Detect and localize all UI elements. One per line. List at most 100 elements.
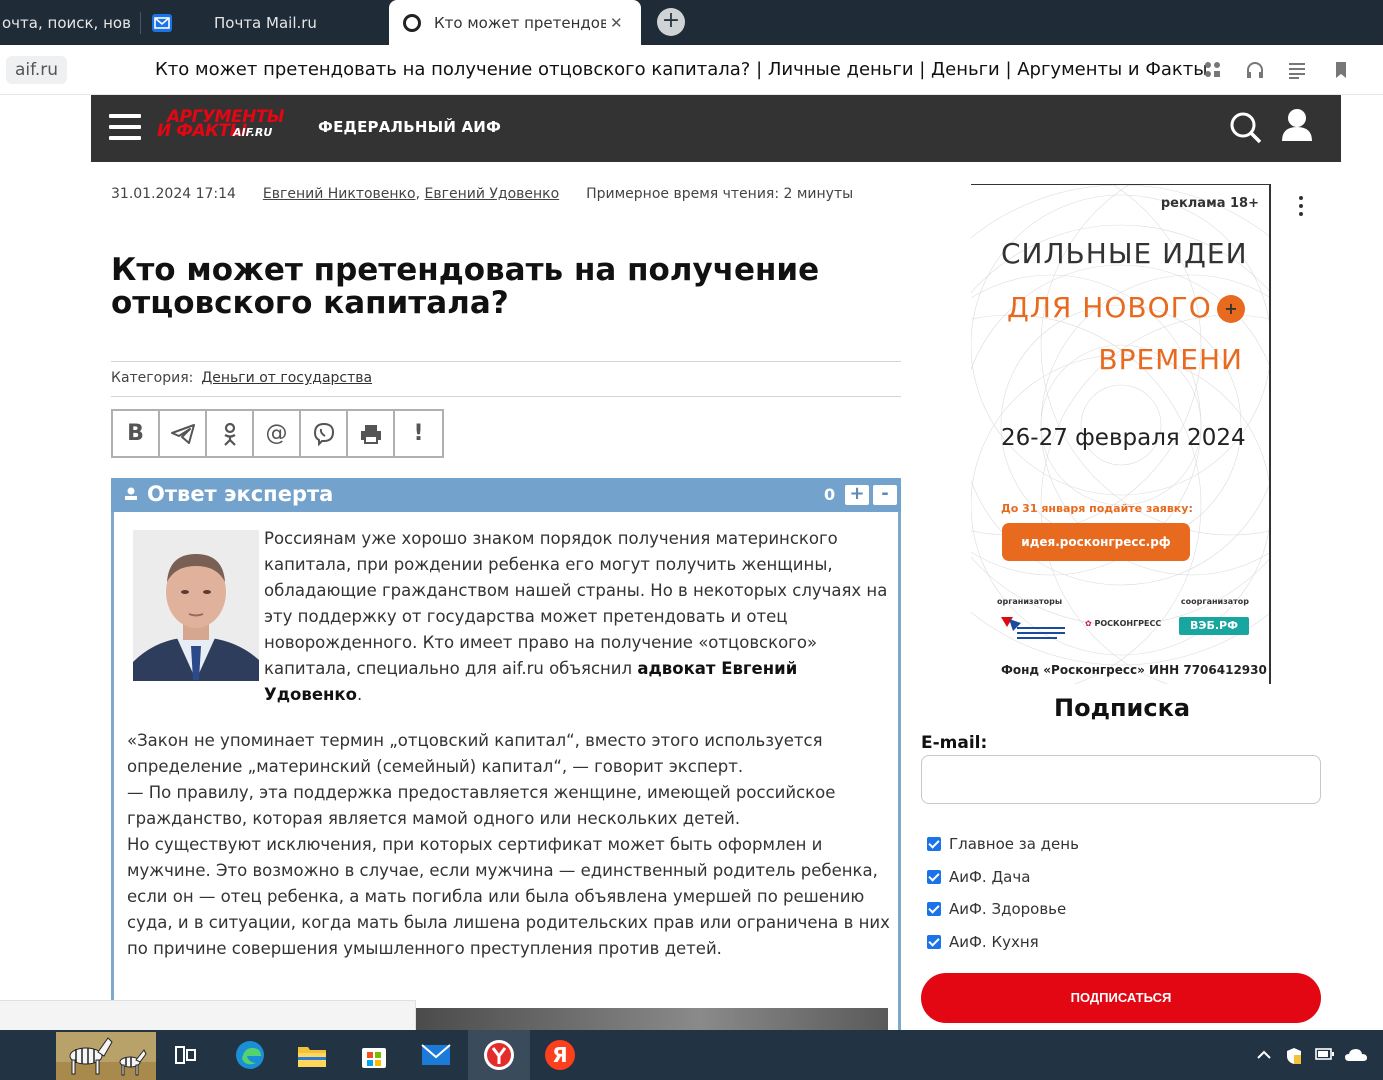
apps-grid-icon[interactable] [1202, 59, 1224, 81]
ad-plus-icon: + [1217, 295, 1245, 323]
expert-intro-end: . [356, 685, 363, 704]
ad-cta-button[interactable]: идея.росконгресс.рф [1002, 523, 1190, 561]
expert-photo [133, 530, 259, 681]
share-telegram-button[interactable] [160, 411, 207, 456]
divider [111, 361, 901, 362]
aif-logo[interactable]: АРГУМЕНТЫ И ФАКТЫ AIF.RU [157, 109, 285, 143]
category-link[interactable]: Деньги от государства [201, 370, 372, 386]
odnoklassniki-icon [223, 422, 236, 446]
checkbox-label: Главное за день [949, 835, 1079, 853]
telegram-icon [170, 423, 195, 444]
person-icon [125, 487, 137, 500]
quote-paragraph: Но существуют исключения, при которых се… [127, 835, 890, 958]
expert-intro: Россиянам уже хорошо знаком порядок полу… [264, 526, 894, 708]
ad-headline-1: СИЛЬНЫЕ ИДЕИ [1001, 237, 1248, 270]
subscription-title: Подписка [1054, 694, 1191, 722]
asi-logo [1001, 617, 1065, 639]
quote-paragraph: «Закон не упоминает термин „отцовский ка… [127, 731, 823, 776]
checkbox-dacha[interactable]: АиФ. Дача [927, 868, 1030, 886]
svg-text:Я: Я [552, 1043, 567, 1067]
ad-banner[interactable]: реклама 18+ СИЛЬНЫЕ ИДЕИ ДЛЯ НОВОГО + ВР… [971, 184, 1271, 684]
task-view-icon[interactable] [170, 1039, 202, 1071]
author-link[interactable]: Евгений Никтовенко [263, 186, 416, 202]
ad-more-menu-icon[interactable] [1294, 194, 1308, 218]
vote-count: 0 [824, 485, 836, 504]
browser-tab-active[interactable]: Кто может претендоват ✕ [389, 0, 641, 45]
divider [111, 396, 901, 397]
microsoft-store-icon[interactable] [358, 1039, 390, 1071]
share-ok-button[interactable] [207, 411, 254, 456]
expert-header: Ответ эксперта 0 + - [111, 478, 901, 512]
vk-icon: В [127, 421, 144, 446]
read-time: Примерное время чтения: 2 минуты [586, 186, 854, 202]
expert-title: Ответ эксперта [147, 482, 334, 506]
article-title: Кто может претендовать на получение отцо… [111, 252, 820, 321]
roscongress-logo-text: РОСКОНГРЕСС [1094, 619, 1162, 628]
at-icon: @ [265, 421, 288, 446]
file-explorer-icon[interactable] [296, 1039, 328, 1071]
checkbox-label: АиФ. Дача [949, 868, 1031, 886]
browser-tabstrip: очта, поиск, нов Почта Mail.ru Кто может… [0, 0, 1383, 45]
yandex-app-icon[interactable]: Я [544, 1039, 576, 1071]
author-separator: , [415, 186, 425, 202]
notification-stub [0, 1000, 416, 1030]
checkbox-kitchen[interactable]: АиФ. Кухня [927, 933, 1039, 951]
article-category: Категория: Деньги от государства [111, 370, 372, 386]
page-title-display[interactable]: Кто может претендовать на получение отцо… [155, 59, 1207, 80]
checkbox-checked-icon[interactable] [927, 935, 941, 949]
share-mail-button[interactable]: @ [254, 411, 301, 456]
bookmark-icon[interactable] [1330, 59, 1352, 81]
checkbox-health[interactable]: АиФ. Здоровье [927, 900, 1066, 918]
taskbar: Я [0, 1030, 1383, 1080]
printer-icon [360, 424, 381, 444]
browser-tab-mail[interactable]: Почта Mail.ru [152, 0, 382, 45]
share-vk-button[interactable]: В [113, 411, 160, 456]
site-header: АРГУМЕНТЫ И ФАКТЫ AIF.RU ФЕДЕРАЛЬНЫЙ АИФ [91, 95, 1341, 162]
chevron-up-icon[interactable] [1255, 1047, 1273, 1063]
close-tab-icon[interactable]: ✕ [610, 14, 623, 32]
ad-organizers-label: организаторы [997, 597, 1063, 606]
new-tab-button[interactable]: + [657, 8, 685, 36]
domain-pill[interactable]: aif.ru [6, 56, 68, 84]
share-viber-button[interactable] [301, 411, 348, 456]
quote-paragraph: — По правилу, эта поддержка предоставляе… [127, 783, 836, 828]
article-meta: 31.01.2024 17:14 Евгений Никтовенко, Евг… [111, 186, 853, 202]
tab-title: Почта Mail.ru [214, 13, 317, 32]
checkbox-checked-icon[interactable] [927, 870, 941, 884]
email-field[interactable] [921, 755, 1321, 804]
logo-domain: AIF.RU [233, 126, 273, 139]
headphones-icon[interactable] [1244, 59, 1266, 81]
report-error-button[interactable]: ! [395, 411, 442, 456]
onedrive-cloud-icon[interactable] [1344, 1047, 1368, 1063]
shield-icon[interactable] [1285, 1047, 1303, 1064]
battery-icon[interactable] [1315, 1047, 1334, 1063]
menu-hamburger-icon[interactable] [109, 114, 141, 140]
section-link[interactable]: ФЕДЕРАЛЬНЫЙ АИФ [318, 118, 501, 136]
ad-headline-2: ДЛЯ НОВОГО [1007, 291, 1212, 324]
expert-intro-text: Россиянам уже хорошо знаком порядок полу… [264, 529, 888, 678]
checkbox-daily[interactable]: Главное за день [927, 835, 1079, 853]
edge-browser-icon[interactable] [234, 1039, 266, 1071]
vote-minus-button[interactable]: - [873, 485, 897, 505]
veb-logo: ВЭБ.РФ [1179, 617, 1249, 635]
mail-app-icon[interactable] [420, 1039, 452, 1071]
print-button[interactable] [348, 411, 395, 456]
checkbox-label: АиФ. Кухня [949, 933, 1039, 951]
search-icon[interactable] [1227, 109, 1265, 147]
checkbox-checked-icon[interactable] [927, 837, 941, 851]
vote-plus-button[interactable]: + [845, 485, 869, 505]
user-profile-icon[interactable] [1279, 107, 1315, 147]
article-date: 31.01.2024 17:14 [111, 186, 236, 202]
yandex-browser-icon[interactable] [483, 1039, 515, 1071]
roscongress-logo: ✿ РОСКОНГРЕСС [1085, 619, 1162, 628]
share-bar: В @ ! [111, 409, 444, 458]
mail-favicon-icon [152, 13, 172, 32]
checkbox-label: АиФ. Здоровье [949, 900, 1067, 918]
browser-tab[interactable]: очта, поиск, нов [0, 0, 130, 45]
weather-widget-icon[interactable] [56, 1032, 156, 1080]
author-link[interactable]: Евгений Удовенко [425, 186, 560, 202]
checkbox-checked-icon[interactable] [927, 902, 941, 916]
exclamation-icon: ! [413, 421, 424, 446]
subscribe-button[interactable]: ПОДПИСАТЬСЯ [921, 973, 1321, 1023]
reader-mode-icon[interactable] [1286, 59, 1308, 81]
